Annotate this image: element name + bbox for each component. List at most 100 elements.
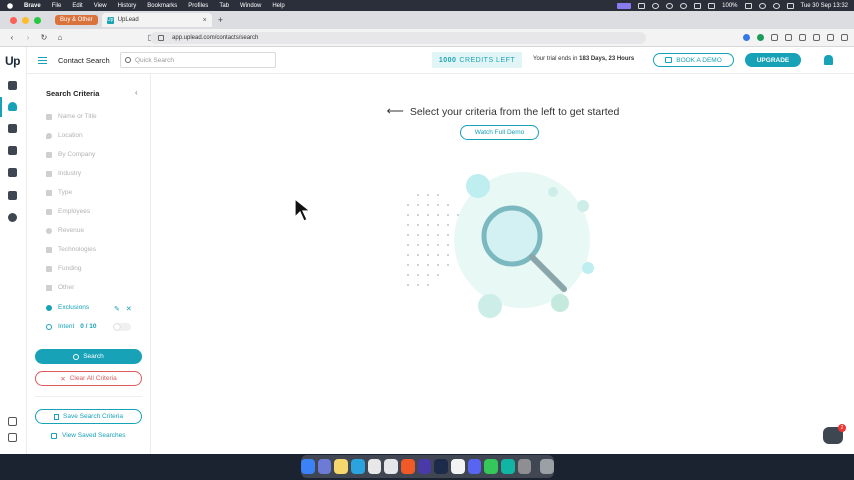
control-center-icon[interactable] xyxy=(786,2,794,9)
maximize-window-icon[interactable] xyxy=(34,16,41,24)
notification-bell-icon[interactable] xyxy=(824,55,833,65)
minimize-window-icon[interactable] xyxy=(22,16,29,24)
facetime-icon[interactable] xyxy=(484,459,499,474)
hamburger-menu-icon[interactable] xyxy=(38,56,47,64)
status-icon[interactable] xyxy=(666,2,674,9)
app-icon[interactable] xyxy=(501,459,515,474)
criteria-funding[interactable]: Funding xyxy=(46,265,82,272)
reload-icon[interactable]: ↻ xyxy=(40,33,48,42)
menu-profiles[interactable]: Profiles xyxy=(188,3,208,9)
launchpad-icon[interactable] xyxy=(317,459,332,474)
browser-tab-uplead[interactable]: Up UpLead × xyxy=(101,13,212,27)
menu-file[interactable]: File xyxy=(52,3,62,9)
system-settings-icon[interactable] xyxy=(517,459,532,474)
quick-search-input[interactable]: Quick Search xyxy=(120,52,276,68)
verified-icon[interactable] xyxy=(8,213,17,222)
menu-edit[interactable]: Edit xyxy=(72,3,82,9)
criteria-intent[interactable]: Intent 0 / 10 xyxy=(46,323,97,330)
wifi-icon[interactable] xyxy=(758,2,766,9)
battery-percent: 100% xyxy=(722,2,738,9)
telegram-icon[interactable] xyxy=(350,459,365,474)
calendar-icon[interactable] xyxy=(451,459,465,474)
close-icon[interactable]: ✕ xyxy=(126,305,132,313)
extension-icon[interactable] xyxy=(785,34,792,41)
extension-icon[interactable] xyxy=(757,34,764,41)
menu-view[interactable]: View xyxy=(94,3,107,9)
view-saved-searches-link[interactable]: View Saved Searches xyxy=(51,432,125,439)
menubar-clock[interactable]: Tue 30 Sep 13:32 xyxy=(801,3,848,9)
collapse-chevron-icon[interactable]: ‹ xyxy=(135,88,138,97)
close-icon: ✕ xyxy=(60,375,66,383)
uplead-logo[interactable]: Up xyxy=(5,54,21,68)
upgrade-button[interactable]: UPGRADE xyxy=(745,53,801,67)
menu-window[interactable]: Window xyxy=(240,3,261,9)
battery-icon[interactable] xyxy=(744,2,752,9)
menu-tab[interactable]: Tab xyxy=(219,3,229,9)
contacts-icon[interactable] xyxy=(8,102,17,111)
wallet-icon[interactable] xyxy=(827,34,834,41)
menu-help[interactable]: Help xyxy=(272,3,284,9)
book-demo-button[interactable]: BOOK A DEMO xyxy=(653,53,734,67)
download-icon[interactable] xyxy=(813,34,820,41)
play-icon[interactable] xyxy=(680,2,688,9)
criteria-type[interactable]: Type xyxy=(46,189,72,196)
finder-icon[interactable] xyxy=(300,459,315,474)
close-window-icon[interactable] xyxy=(10,16,17,24)
extension-icon[interactable] xyxy=(771,34,778,41)
tab-group-label[interactable]: Buy & Other xyxy=(55,15,98,25)
apple-icon[interactable] xyxy=(7,2,13,9)
notes-icon[interactable] xyxy=(334,459,348,474)
new-tab-icon[interactable]: + xyxy=(218,15,223,25)
dashboard-icon[interactable] xyxy=(8,81,17,90)
spotlight-icon[interactable] xyxy=(772,2,780,9)
forward-icon[interactable]: › xyxy=(24,33,32,42)
edit-pencil-icon[interactable]: ✎ xyxy=(114,305,120,313)
help-icon[interactable] xyxy=(8,417,17,426)
slack-icon[interactable] xyxy=(367,459,382,474)
criteria-name-or-title[interactable]: Name or Title xyxy=(46,113,97,120)
status-icon[interactable] xyxy=(652,2,660,9)
home-icon[interactable]: ⌂ xyxy=(56,33,64,42)
settings-icon[interactable] xyxy=(8,433,17,442)
sidebar-toggle-icon[interactable] xyxy=(799,34,806,41)
criteria-technologies[interactable]: Technologies xyxy=(46,246,96,253)
criteria-industry[interactable]: Industry xyxy=(46,170,81,177)
menu-app-name[interactable]: Brave xyxy=(24,3,41,9)
criteria-employees[interactable]: Employees xyxy=(46,208,90,215)
clear-all-criteria-button[interactable]: ✕ Clear All Criteria xyxy=(35,371,142,386)
status-icon[interactable] xyxy=(638,2,646,9)
close-tab-icon[interactable]: × xyxy=(203,17,207,24)
search-button[interactable]: Search xyxy=(35,349,142,364)
criteria-location[interactable]: Location xyxy=(46,132,83,139)
menu-icon[interactable] xyxy=(841,34,848,41)
save-search-criteria-button[interactable]: Save Search Criteria xyxy=(35,409,142,424)
extension-icon[interactable] xyxy=(743,34,750,41)
trash-icon[interactable] xyxy=(540,459,555,474)
discord-icon[interactable] xyxy=(467,459,482,474)
intent-toggle[interactable] xyxy=(113,323,131,331)
criteria-label: Name or Title xyxy=(58,113,97,120)
url-bar[interactable]: app.uplead.com/contacts/search xyxy=(150,31,646,44)
menu-bookmarks[interactable]: Bookmarks xyxy=(147,3,177,9)
brave-icon[interactable] xyxy=(401,459,415,474)
photos-icon[interactable] xyxy=(384,459,398,474)
photoshop-icon[interactable] xyxy=(434,459,449,474)
back-icon[interactable]: ‹ xyxy=(8,33,16,42)
site-info-icon[interactable] xyxy=(158,34,164,41)
screen-record-icon[interactable] xyxy=(617,2,632,9)
criteria-revenue[interactable]: Revenue xyxy=(46,227,84,234)
table-icon[interactable] xyxy=(8,146,17,155)
companies-icon[interactable] xyxy=(8,124,17,133)
chat-launcher-icon[interactable]: 2 xyxy=(823,424,846,444)
app-icon[interactable] xyxy=(417,459,432,474)
criteria-other[interactable]: Other xyxy=(46,284,74,291)
criteria-by-company[interactable]: By Company xyxy=(46,151,95,158)
volume-icon[interactable] xyxy=(694,2,702,9)
keyboard-icon[interactable] xyxy=(708,2,716,9)
menu-history[interactable]: History xyxy=(118,3,137,9)
inbox-icon[interactable] xyxy=(8,191,17,200)
lists-icon[interactable] xyxy=(8,168,17,177)
watch-full-demo-button[interactable]: Watch Full Demo xyxy=(460,125,539,140)
criteria-label: Technologies xyxy=(58,246,96,253)
criteria-exclusions[interactable]: Exclusions xyxy=(46,304,89,311)
